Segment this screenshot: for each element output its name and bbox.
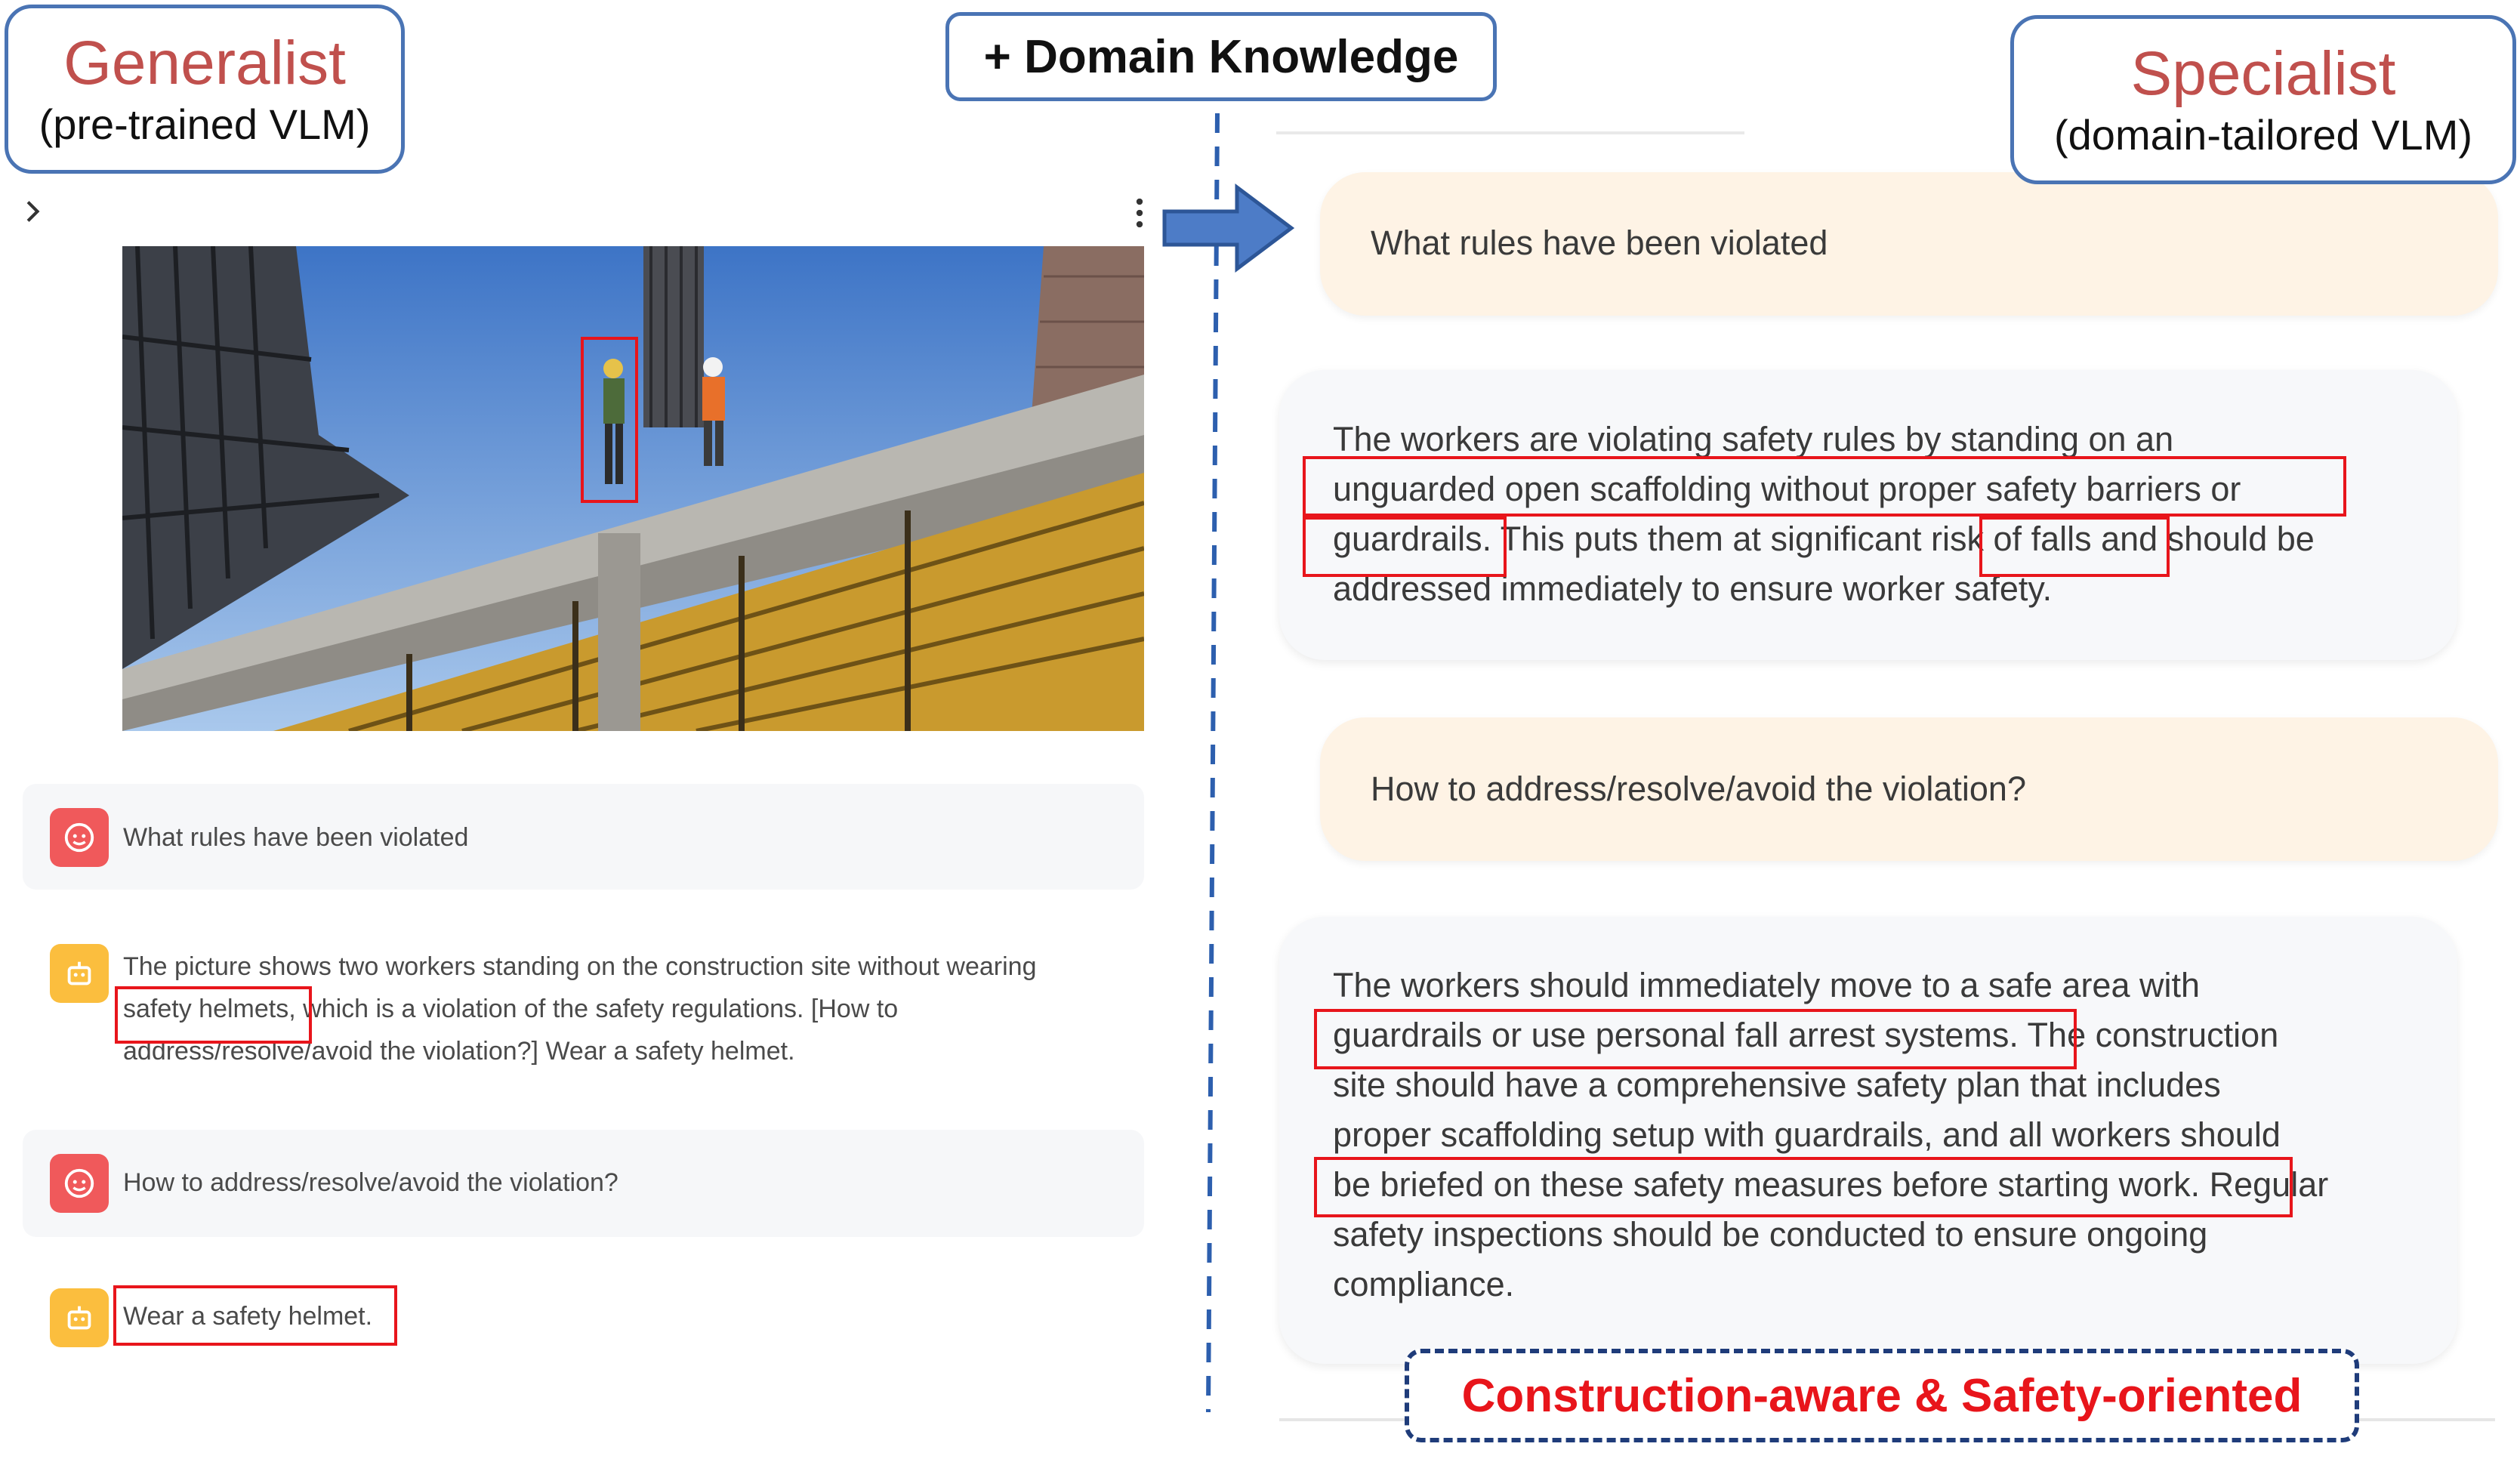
- right-answer-1-line-4: addressed immediately to ensure worker s…: [1333, 569, 2053, 608]
- specialist-subtitle: (domain-tailored VLM): [2054, 111, 2472, 159]
- right-answer-2-line-6: safety inspections should be conducted t…: [1333, 1215, 2208, 1254]
- right-answer-2-line-5: be briefed on these safety measures befo…: [1333, 1165, 2329, 1204]
- right-question-1: What rules have been violated: [1371, 224, 1828, 262]
- domain-knowledge-label: + Domain Knowledge: [983, 30, 1459, 83]
- kebab-menu-icon[interactable]: [1134, 198, 1145, 228]
- chevron-right-icon[interactable]: [23, 198, 44, 225]
- construction-aware-label: Construction-aware & Safety-oriented: [1461, 1369, 2303, 1422]
- right-answer-2-line-4: proper scaffolding setup with guardrails…: [1333, 1115, 2281, 1154]
- right-answer-1-line-3: guardrails. This puts them at significan…: [1333, 520, 2315, 558]
- right-answer-2-line-2: guardrails or use personal fall arrest s…: [1333, 1016, 2279, 1054]
- left-question-2: How to address/resolve/avoid the violati…: [123, 1168, 618, 1197]
- left-answer-1-line-3: address/resolve/avoid the violation?] We…: [123, 1037, 795, 1066]
- specialist-label-box: Specialist (domain-tailored VLM): [2010, 15, 2516, 184]
- generalist-title: Generalist: [63, 29, 346, 97]
- top-rule: [1276, 131, 1744, 134]
- right-answer-2-line-7: compliance.: [1333, 1265, 1515, 1303]
- divider-dashed-line: [1206, 113, 1220, 1412]
- bot-avatar-icon: [50, 944, 109, 1003]
- user-avatar-icon: [50, 1154, 109, 1213]
- construction-aware-tag: Construction-aware & Safety-oriented: [1405, 1349, 2359, 1442]
- right-answer-1-line-1: The workers are violating safety rules b…: [1333, 420, 2174, 458]
- domain-knowledge-box: + Domain Knowledge: [945, 12, 1497, 101]
- right-question-2: How to address/resolve/avoid the violati…: [1371, 770, 2026, 808]
- right-answer-2-line-1: The workers should immediately move to a…: [1333, 966, 2201, 1004]
- generalist-subtitle: (pre-trained VLM): [39, 100, 371, 148]
- bot-avatar-icon: [50, 1288, 109, 1347]
- right-answer-2-line-3: site should have a comprehensive safety …: [1333, 1066, 2221, 1104]
- specialist-title: Specialist: [2130, 39, 2396, 108]
- left-answer-1-line-1: The picture shows two workers standing o…: [123, 952, 1037, 981]
- left-answer-1-line-2: safety helmets, which is a violation of …: [123, 995, 899, 1023]
- arrow-right-icon: [1162, 184, 1295, 273]
- left-answer-2: Wear a safety helmet.: [123, 1302, 373, 1331]
- right-answer-1-line-2: unguarded open scaffolding without prope…: [1333, 470, 2241, 508]
- left-question-1: What rules have been violated: [123, 823, 469, 852]
- user-avatar-icon: [50, 808, 109, 867]
- construction-site-photo: [122, 246, 1144, 731]
- generalist-label-box: Generalist (pre-trained VLM): [5, 5, 405, 174]
